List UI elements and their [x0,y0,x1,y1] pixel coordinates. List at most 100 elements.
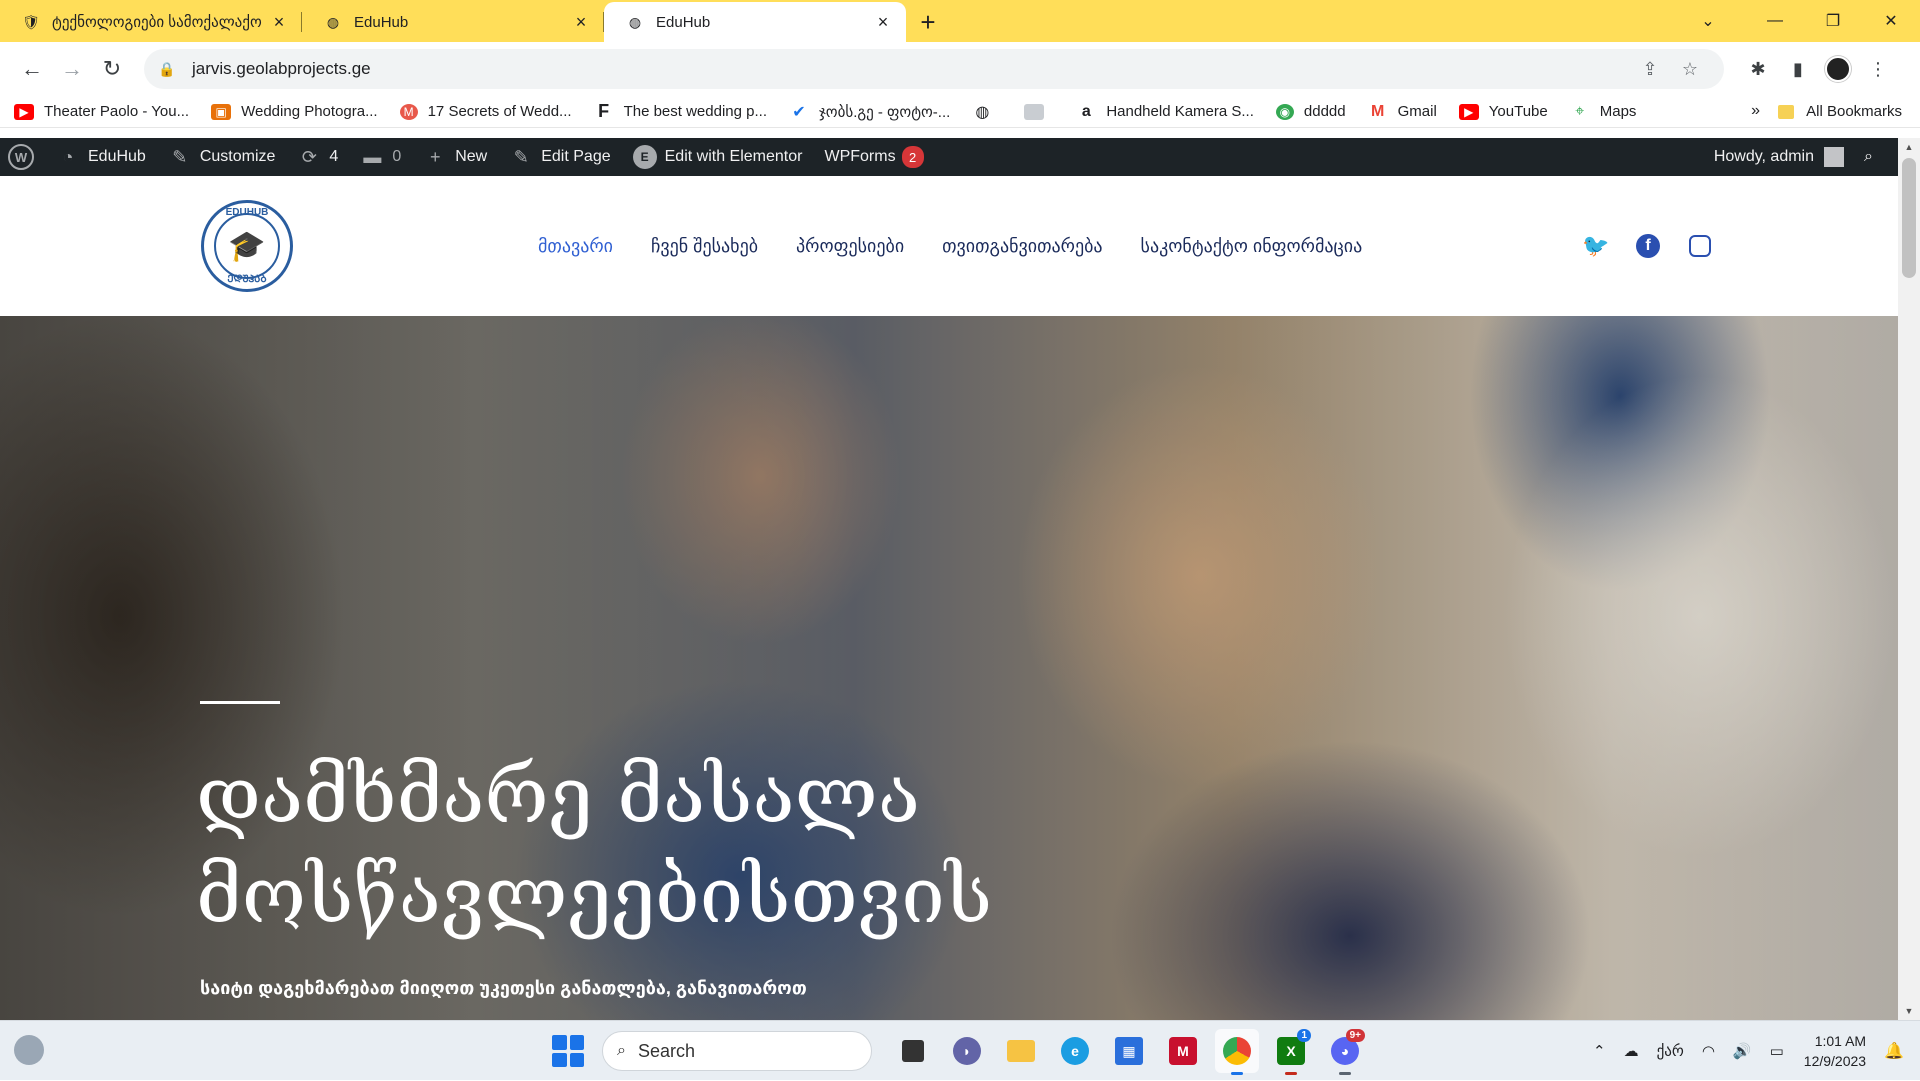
url-text[interactable]: jarvis.geolabprojects.ge [192,59,1630,79]
brush-icon: ✎ [172,146,188,167]
cloud-icon[interactable]: ☁ [1624,1042,1639,1060]
page-scrollbar[interactable]: ▲ ▼ [1898,138,1920,1020]
comments-count: 0 [392,148,402,165]
store-icon[interactable]: ▦ [1107,1029,1151,1073]
close-icon[interactable]: × [874,12,892,33]
bookmark-item[interactable]: ✔ ჯობს.გე - ფოტო-... [789,103,950,121]
howdy-text[interactable]: Howdy, admin [1714,148,1814,166]
weather-widget-icon[interactable] [14,1035,44,1065]
edge-icon[interactable]: e [1053,1029,1097,1073]
bookmark-item[interactable]: M 17 Secrets of Wedd... [399,103,572,120]
instagram-icon[interactable] [1689,235,1711,257]
hero-title-line-1: დამხმარე მასალა [196,751,920,841]
file-explorer-icon[interactable] [999,1029,1043,1073]
bookmark-item[interactable]: ◉ ddddd [1275,103,1346,120]
start-button[interactable] [552,1035,584,1067]
lock-icon[interactable]: 🔒 [158,61,180,78]
comment-icon: ▬ [363,146,382,167]
new-tab-button[interactable]: + [906,2,950,42]
minimize-icon[interactable]: — [1746,0,1804,42]
wp-comments[interactable]: ▬ 0 [360,145,401,169]
wp-wpforms[interactable]: WPForms 2 [824,146,924,168]
chrome-icon[interactable] [1215,1029,1259,1075]
mcafee-icon[interactable]: M [1161,1029,1205,1073]
tab-3[interactable]: ◍ EduHub × [604,2,906,42]
bookmark-item[interactable]: F The best wedding p... [594,101,767,121]
wp-logo-menu[interactable]: W [8,144,34,170]
shield-icon: 🛡 [22,13,40,30]
tab-1[interactable]: 🛡 ტექნოლოგიები სამოქალაქო × [0,2,302,42]
language-indicator[interactable]: ქარ [1657,1042,1684,1060]
extensions-icon[interactable]: ✱ [1738,49,1778,89]
tab-search-chevron-icon[interactable]: ⌄ [1688,0,1728,42]
address-bar[interactable]: 🔒 jarvis.geolabprojects.ge ⇪ ☆ [144,49,1724,89]
taskbar-search[interactable]: ⌕ Search [602,1031,872,1071]
wp-elementor[interactable]: E Edit with Elementor [632,145,802,169]
wp-updates[interactable]: ⟳ 4 [297,145,338,169]
tab-2[interactable]: ◍ EduHub × [302,2,604,42]
scroll-up-icon[interactable]: ▲ [1898,138,1920,156]
wp-site-name[interactable]: ◔ EduHub [56,145,146,169]
admin-avatar[interactable] [1824,147,1844,167]
back-icon[interactable]: ← [12,49,52,89]
bookmark-item[interactable]: ⌖ Maps [1570,103,1637,121]
hero-title-line-2: მოსწავლეებისთვის [196,851,993,941]
nav-item-contact[interactable]: საკონტაქტო ინფორმაცია [1141,236,1363,257]
dashboard-icon: ◔ [62,146,74,167]
wp-customize[interactable]: ✎ Customize [168,145,275,169]
tab-title: EduHub [354,13,409,31]
scroll-down-icon[interactable]: ▼ [1898,1002,1920,1020]
reload-icon[interactable]: ↻ [92,49,132,89]
side-panel-icon[interactable]: ▮ [1778,49,1818,89]
browser-toolbar: ← → ↻ 🔒 jarvis.geolabprojects.ge ⇪ ☆ ✱ ▮… [0,42,1920,96]
bookmark-item[interactable]: a Handheld Kamera S... [1076,103,1254,121]
bookmark-item[interactable]: ◍ [972,104,1002,121]
nav-item-professions[interactable]: პროფესიები [796,236,904,257]
bookmark-label: Gmail [1397,103,1437,120]
bookmarks-overflow-button[interactable]: » [1751,102,1760,120]
nav-item-about[interactable]: ჩვენ შესახებ [651,236,758,257]
bookmark-item[interactable]: ▶ YouTube [1458,103,1548,120]
site-header: EDUHUB 🎓 ᲔᲓᲣᲰᲐᲑ მთავარი ჩვენ შესახებ პრო… [0,176,1898,316]
star-icon[interactable]: ☆ [1670,59,1710,80]
bookmark-item[interactable]: ▶ Theater Paolo - You... [14,103,189,120]
restore-icon[interactable]: ❐ [1804,0,1862,42]
twitter-icon[interactable]: 🐦 [1570,232,1622,260]
hero-subtitle: საიტი დაგეხმარებათ მიიღოთ უკეთესი განათლ… [200,978,807,998]
scrollbar-thumb[interactable] [1902,158,1916,278]
bookmark-item[interactable] [1024,103,1054,120]
nav-item-self-development[interactable]: თვითგანვითარება [942,236,1102,257]
tab-title: ტექნოლოგიები სამოქალაქო [52,14,262,31]
close-window-icon[interactable]: ✕ [1862,0,1920,42]
clock[interactable]: 1:01 AM 12/9/2023 [1804,1031,1866,1071]
wpforms-badge: 2 [901,146,924,168]
nav-item-home[interactable]: მთავარი [538,236,613,257]
wp-new[interactable]: + New [423,145,487,169]
chevron-up-icon[interactable]: ⌃ [1593,1042,1606,1060]
discord-icon[interactable]: ◕ 9+ [1323,1029,1367,1075]
wp-edit-page[interactable]: ✎ Edit Page [509,145,611,169]
close-icon[interactable]: × [572,12,590,33]
bookmark-item[interactable]: ▣ Wedding Photogra... [211,103,378,120]
wp-admin-bar: W ◔ EduHub ✎ Customize ⟳ 4 ▬ 0 + New ✎ Edit Pa… [0,138,1898,176]
share-icon[interactable]: ⇪ [1630,59,1670,80]
menu-icon[interactable]: ⋮ [1858,49,1898,89]
xbox-icon[interactable]: X1 [1269,1029,1313,1075]
battery-icon[interactable]: ▭ [1770,1042,1784,1060]
eduhub-logo[interactable]: EDUHUB 🎓 ᲔᲓᲣᲰᲐᲑ [201,200,293,292]
profile-avatar[interactable] [1818,49,1858,89]
search-icon[interactable]: ⌕ [1864,148,1888,166]
xbox-badge: 1 [1297,1029,1311,1042]
forward-icon[interactable]: → [52,49,92,89]
notification-bell-icon[interactable]: 🔔 [1884,1041,1904,1061]
facebook-icon[interactable]: f [1636,234,1660,258]
wpforms-label: WPForms [824,148,896,165]
teams-chat-icon[interactable]: ◗ [945,1029,989,1073]
bookmark-label: Maps [1599,103,1637,120]
all-bookmarks-button[interactable]: All Bookmarks [1778,103,1902,120]
wifi-icon[interactable]: ◠ [1702,1042,1715,1060]
volume-icon[interactable]: 🔊 [1733,1042,1752,1060]
close-icon[interactable]: × [270,12,288,33]
bookmark-item[interactable]: M Gmail [1368,103,1437,121]
task-view-icon[interactable] [891,1029,935,1073]
